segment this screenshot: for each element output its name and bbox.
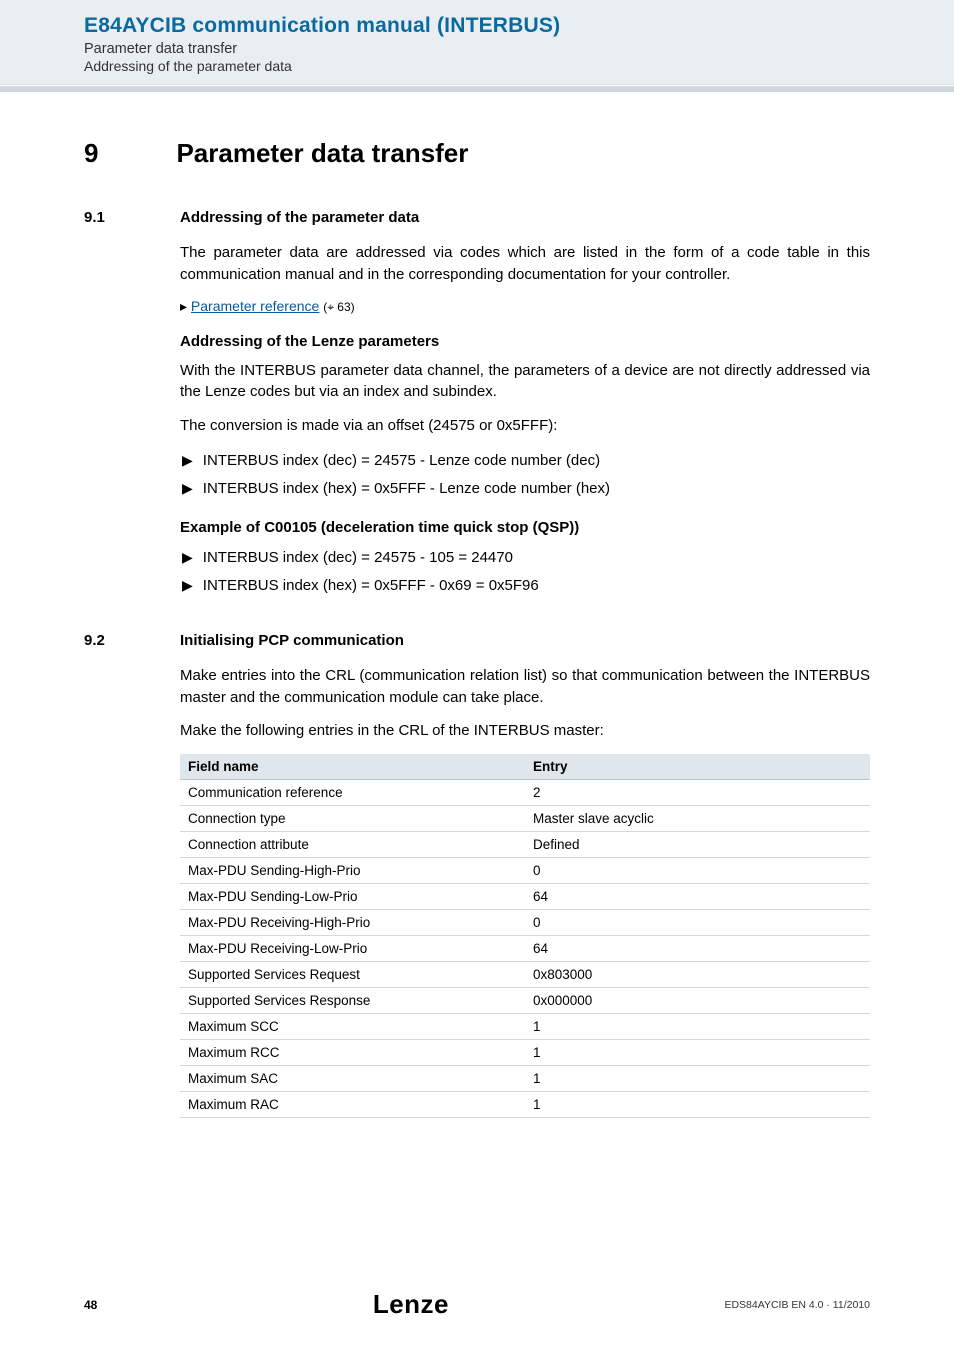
table-cell-field: Maximum RCC (180, 1040, 525, 1066)
table-cell-field: Communication reference (180, 780, 525, 806)
table-cell-field: Maximum RAC (180, 1092, 525, 1118)
section-number: 9.2 (84, 632, 116, 649)
page-footer: 48 Lenze EDS84AYCIB EN 4.0 · 11/2010 (0, 1289, 954, 1320)
table-row: Max-PDU Receiving-Low-Prio64 (180, 936, 870, 962)
table-cell-field: Maximum SCC (180, 1014, 525, 1040)
table-cell-field: Connection type (180, 806, 525, 832)
chapter-heading: 9 Parameter data transfer (84, 138, 870, 169)
subheading: Addressing of the Lenze parameters (180, 333, 870, 350)
list-item: ▶ INTERBUS index (hex) = 0x5FFF - 0x69 =… (182, 574, 870, 598)
list-text: INTERBUS index (dec) = 24575 - Lenze cod… (203, 449, 600, 473)
breadcrumb-1: Parameter data transfer (84, 41, 954, 57)
crl-table: Field name Entry Communication reference… (180, 754, 870, 1118)
list-text: INTERBUS index (dec) = 24575 - 105 = 244… (203, 546, 513, 570)
table-cell-entry: 0 (525, 910, 870, 936)
breadcrumb-2: Addressing of the parameter data (84, 58, 954, 74)
table-cell-field: Max-PDU Sending-High-Prio (180, 858, 525, 884)
table-cell-field: Maximum SAC (180, 1066, 525, 1092)
section-number: 9.1 (84, 209, 116, 226)
table-row: Communication reference2 (180, 780, 870, 806)
paragraph: Make entries into the CRL (communication… (180, 665, 870, 709)
bullet-icon: ▶ (182, 449, 193, 473)
section-title: Addressing of the parameter data (180, 209, 419, 226)
table-row: Maximum SAC1 (180, 1066, 870, 1092)
chapter-title: Parameter data transfer (176, 138, 468, 169)
table-cell-entry: 0x000000 (525, 988, 870, 1014)
table-row: Max-PDU Receiving-High-Prio0 (180, 910, 870, 936)
section-9-1-heading: 9.1 Addressing of the parameter data (84, 209, 870, 226)
bullet-icon: ▶ (182, 574, 193, 598)
table-cell-field: Supported Services Request (180, 962, 525, 988)
list-item: ▶ INTERBUS index (dec) = 24575 - 105 = 2… (182, 546, 870, 570)
bullet-icon: ▶ (182, 546, 193, 570)
list-text: INTERBUS index (hex) = 0x5FFF - 0x69 = 0… (203, 574, 539, 598)
table-row: Connection typeMaster slave acyclic (180, 806, 870, 832)
table-cell-entry: 1 (525, 1066, 870, 1092)
xref-page: (⌖ 63) (323, 300, 354, 314)
subheading: Example of C00105 (deceleration time qui… (180, 519, 870, 536)
table-cell-entry: Master slave acyclic (525, 806, 870, 832)
triangle-icon: ▸ (180, 298, 191, 314)
cross-reference[interactable]: ▸ Parameter reference (⌖ 63) (180, 298, 870, 315)
list-text: INTERBUS index (hex) = 0x5FFF - Lenze co… (203, 477, 610, 501)
table-cell-entry: 64 (525, 936, 870, 962)
table-cell-entry: 64 (525, 884, 870, 910)
list-item: ▶ INTERBUS index (dec) = 24575 - Lenze c… (182, 449, 870, 473)
list-item: ▶ INTERBUS index (hex) = 0x5FFF - Lenze … (182, 477, 870, 501)
table-row: Supported Services Request0x803000 (180, 962, 870, 988)
section-title: Initialising PCP communication (180, 632, 404, 649)
table-cell-field: Max-PDU Sending-Low-Prio (180, 884, 525, 910)
paragraph: With the INTERBUS parameter data channel… (180, 360, 870, 404)
paragraph: Make the following entries in the CRL of… (180, 720, 870, 742)
table-header-field: Field name (180, 754, 525, 780)
table-row: Maximum RCC1 (180, 1040, 870, 1066)
table-row: Maximum RAC1 (180, 1092, 870, 1118)
bullet-icon: ▶ (182, 477, 193, 501)
table-row: Connection attributeDefined (180, 832, 870, 858)
table-cell-field: Max-PDU Receiving-Low-Prio (180, 936, 525, 962)
paragraph: The conversion is made via an offset (24… (180, 415, 870, 437)
page-number: 48 (84, 1298, 97, 1312)
xref-link[interactable]: Parameter reference (191, 298, 319, 314)
document-reference: EDS84AYCIB EN 4.0 · 11/2010 (724, 1299, 870, 1311)
table-cell-entry: 0x803000 (525, 962, 870, 988)
table-row: Max-PDU Sending-High-Prio0 (180, 858, 870, 884)
table-row: Max-PDU Sending-Low-Prio64 (180, 884, 870, 910)
table-cell-field: Connection attribute (180, 832, 525, 858)
section-9-2-heading: 9.2 Initialising PCP communication (84, 632, 870, 649)
table-cell-field: Supported Services Response (180, 988, 525, 1014)
table-cell-entry: Defined (525, 832, 870, 858)
table-cell-entry: 1 (525, 1014, 870, 1040)
table-cell-entry: 1 (525, 1092, 870, 1118)
table-row: Supported Services Response0x000000 (180, 988, 870, 1014)
doc-title: E84AYCIB communication manual (INTERBUS) (84, 14, 954, 38)
table-cell-entry: 2 (525, 780, 870, 806)
table-cell-entry: 1 (525, 1040, 870, 1066)
page-header: E84AYCIB communication manual (INTERBUS)… (0, 0, 954, 85)
table-header-entry: Entry (525, 754, 870, 780)
table-cell-entry: 0 (525, 858, 870, 884)
paragraph: The parameter data are addressed via cod… (180, 242, 870, 286)
table-cell-field: Max-PDU Receiving-High-Prio (180, 910, 525, 936)
lenze-logo: Lenze (373, 1289, 449, 1320)
table-row: Maximum SCC1 (180, 1014, 870, 1040)
chapter-number: 9 (84, 138, 98, 169)
